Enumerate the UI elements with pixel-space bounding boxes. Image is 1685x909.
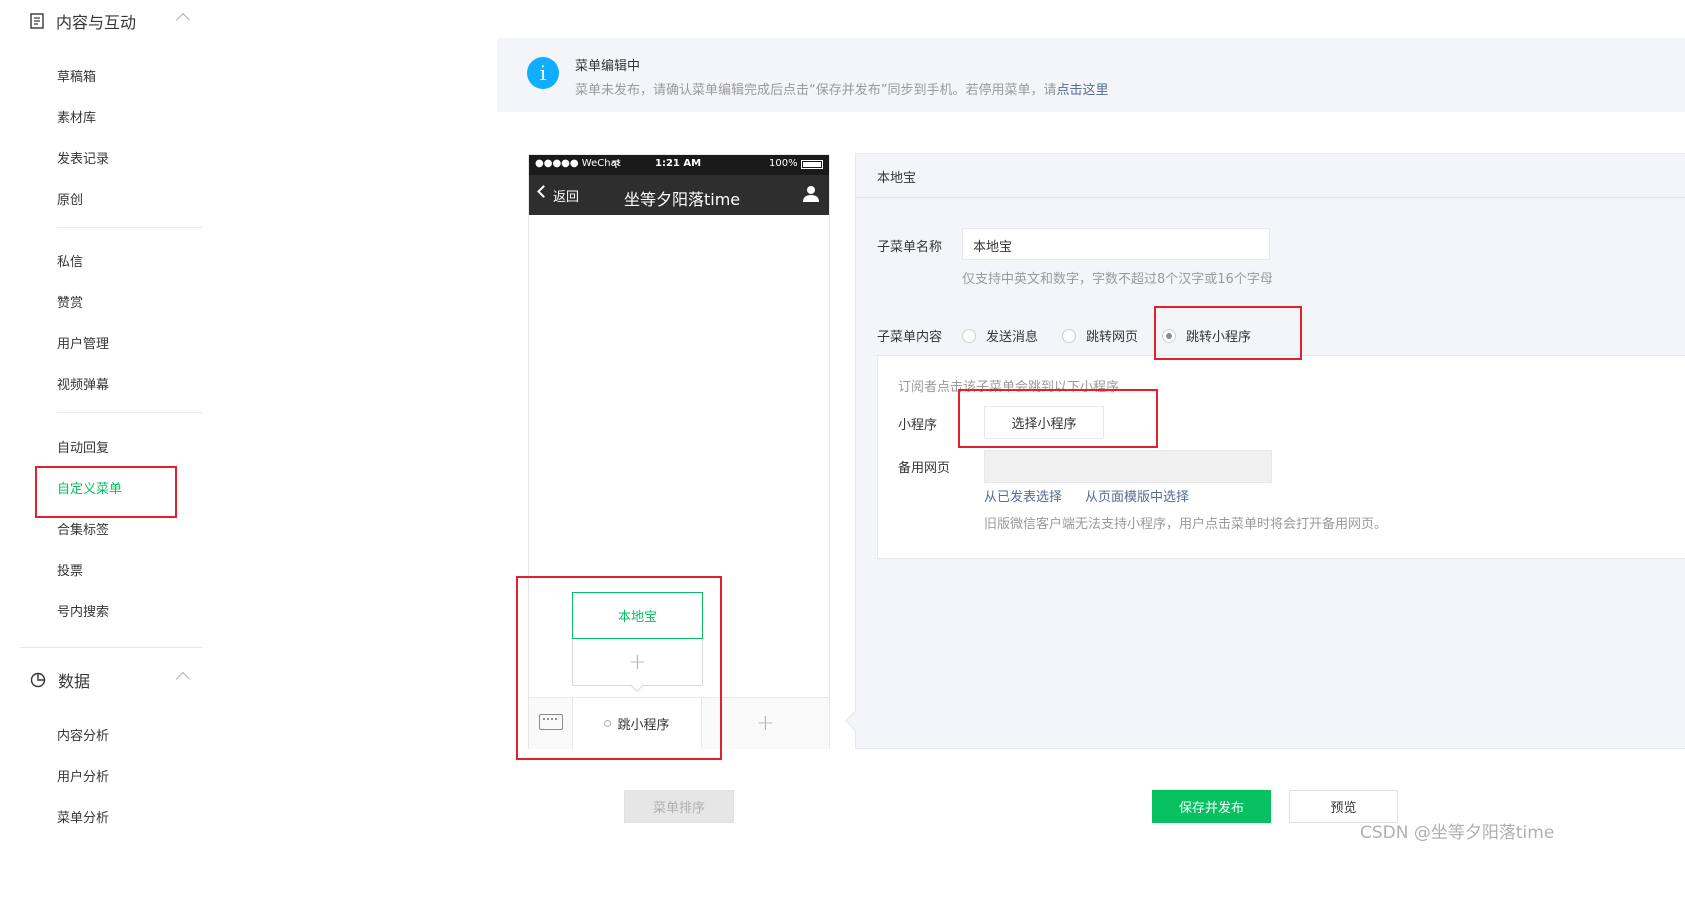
- document-icon: [30, 13, 44, 29]
- panel-header: 本地宝: [856, 154, 1685, 198]
- nav-user-management[interactable]: 用户管理: [57, 333, 109, 352]
- content-label: 子菜单内容: [877, 330, 943, 345]
- user-profile-icon: [803, 186, 819, 202]
- annotation-box: [1154, 306, 1302, 360]
- section-title: 内容与互动: [56, 13, 137, 32]
- fallback-hint: 旧版微信客户端无法支持小程序，用户点击菜单时将会打开备用网页。: [984, 517, 1388, 532]
- status-battery: 100%: [769, 158, 798, 169]
- miniprogram-config-box: 订阅者点击该子菜单会跳到以下小程序 小程序 选择小程序 备用网页 从已发表选择 …: [877, 355, 1685, 559]
- nav-auto-reply[interactable]: 自动回复: [57, 437, 109, 456]
- nav-messages[interactable]: 私信: [57, 251, 83, 270]
- chevron-up-icon[interactable]: [175, 671, 191, 687]
- radio-circle: [1062, 328, 1076, 343]
- nav-collection-tags[interactable]: 合集标签: [57, 519, 109, 538]
- status-time: 1:21 AM: [655, 158, 702, 169]
- annotation-box: [958, 389, 1158, 448]
- divider: [57, 227, 202, 228]
- panel-title: 本地宝: [877, 171, 917, 186]
- name-hint: 仅支持中英文和数字，字数不超过8个汉字或16个字母: [962, 272, 1273, 287]
- wifi-icon: [611, 160, 621, 168]
- save-publish-button[interactable]: 保存并发布: [1152, 790, 1271, 823]
- sidebar: 内容与互动 草稿箱 素材库 发表记录 原创 私信 赞赏 用户管理 视频弹幕 自动…: [0, 0, 455, 909]
- annotation-box: [35, 466, 177, 518]
- fallback-label: 备用网页: [898, 461, 951, 476]
- section-content-interaction[interactable]: 内容与互动: [30, 9, 191, 33]
- nav-original[interactable]: 原创: [57, 189, 83, 208]
- nav-drafts[interactable]: 草稿箱: [57, 66, 96, 85]
- panel-arrow: [845, 711, 865, 731]
- chart-pie-icon: [30, 672, 46, 688]
- nav-menu-analysis[interactable]: 菜单分析: [57, 807, 109, 826]
- section-data[interactable]: 数据: [30, 668, 191, 692]
- back-arrow-icon: [537, 185, 550, 198]
- name-label: 子菜单名称: [877, 240, 943, 255]
- fallback-url-input[interactable]: [984, 450, 1272, 483]
- nav-rewards[interactable]: 赞赏: [57, 292, 83, 311]
- nav-search[interactable]: 号内搜索: [57, 601, 109, 620]
- battery-icon: [801, 160, 823, 169]
- nav-video-danmaku[interactable]: 视频弹幕: [57, 374, 109, 393]
- nav-user-analysis[interactable]: 用户分析: [57, 766, 109, 785]
- miniprogram-label: 小程序: [898, 418, 938, 433]
- nav-vote[interactable]: 投票: [57, 560, 83, 579]
- radio-circle: [962, 328, 976, 343]
- select-published-link[interactable]: 从已发表选择: [984, 486, 1062, 505]
- info-icon: i: [527, 57, 559, 89]
- status-carrier: ●●●●● WeChat: [535, 158, 621, 169]
- annotation-box: [516, 576, 722, 760]
- watermark: CSDN @坐等夕阳落time: [1360, 823, 1555, 843]
- nav-publish-records[interactable]: 发表记录: [57, 148, 109, 167]
- submenu-name-input[interactable]: 本地宝: [962, 228, 1270, 260]
- notice-link[interactable]: 点击这里: [1056, 83, 1108, 98]
- back-label: 返回: [553, 190, 580, 205]
- select-template-link[interactable]: 从页面模版中选择: [1085, 486, 1189, 505]
- chevron-up-icon[interactable]: [175, 12, 191, 28]
- divider: [57, 412, 202, 413]
- nav-library[interactable]: 素材库: [57, 107, 96, 126]
- nav-content-analysis[interactable]: 内容分析: [57, 725, 109, 744]
- menu-edit-panel: 本地宝 子菜单名称 本地宝 仅支持中英文和数字，字数不超过8个汉字或16个字母 …: [845, 153, 1685, 749]
- notice-title: 菜单编辑中: [575, 59, 641, 74]
- notice-desc: 菜单未发布，请确认菜单编辑完成后点击“保存并发布”同步到手机。若停用菜单，请点击…: [575, 83, 1109, 98]
- menu-sort-button[interactable]: 菜单排序: [624, 790, 734, 823]
- phone-nav-bar: 返回 坐等夕阳落time: [529, 175, 829, 215]
- account-title: 坐等夕阳落time: [624, 190, 741, 209]
- radio-jump-webpage[interactable]: 跳转网页: [1062, 326, 1138, 345]
- divider: [20, 647, 202, 648]
- phone-status-bar: ●●●●● WeChat 1:21 AM 100%: [529, 155, 829, 175]
- section-title: 数据: [58, 672, 91, 691]
- notice-banner: i 菜单编辑中 菜单未发布，请确认菜单编辑完成后点击“保存并发布”同步到手机。若…: [497, 38, 1685, 112]
- radio-send-message[interactable]: 发送消息: [962, 326, 1038, 345]
